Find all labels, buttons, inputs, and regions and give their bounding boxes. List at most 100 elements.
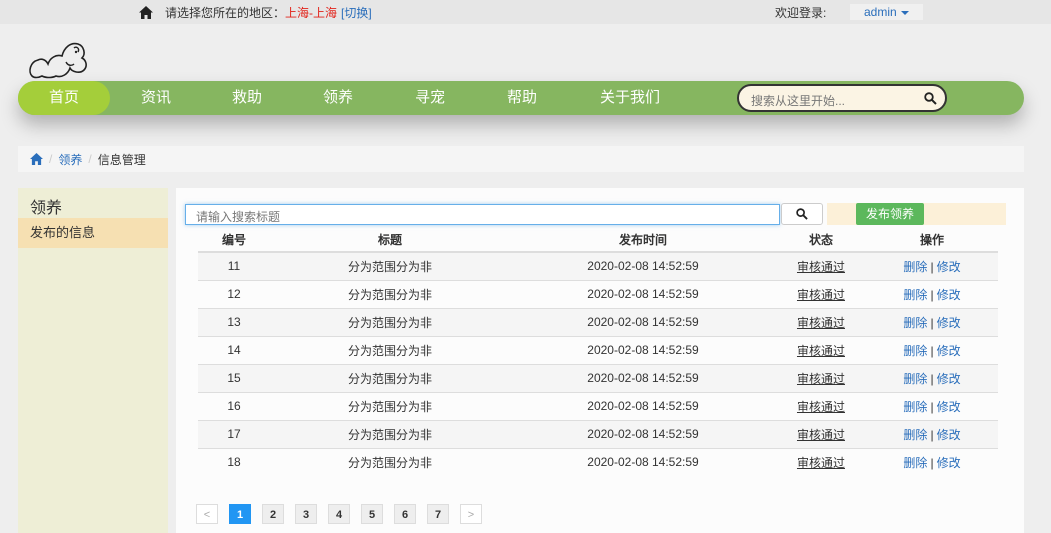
region-switch-link[interactable]: [切换]: [341, 4, 372, 21]
table-row: 18 分为范围分为非 2020-02-08 14:52:59 审核通过 删除 | 修改: [198, 447, 998, 476]
cell-id: 11: [198, 251, 270, 280]
cell-id: 17: [198, 419, 270, 448]
pager-page-1[interactable]: 1: [229, 504, 251, 524]
home-icon[interactable]: [30, 153, 43, 165]
cell-id: 13: [198, 307, 270, 336]
cell-title: 分为范围分为非: [270, 307, 510, 336]
title-search-input[interactable]: 请输入搜索标题: [185, 204, 780, 225]
nav-item-rescue[interactable]: 救助: [217, 81, 277, 115]
pager-page-3[interactable]: 3: [295, 504, 317, 524]
action-separator: |: [930, 399, 934, 414]
edit-link[interactable]: 修改: [937, 372, 961, 386]
cell-time: 2020-02-08 14:52:59: [510, 363, 776, 392]
cell-id: 16: [198, 391, 270, 420]
site-search-input[interactable]: 搜索从这里开始...: [737, 84, 947, 112]
nav-item-home[interactable]: 首页: [18, 81, 110, 115]
pager-page-2[interactable]: 2: [262, 504, 284, 524]
delete-link[interactable]: 删除: [903, 400, 927, 414]
cell-actions: 删除 | 修改: [866, 251, 998, 280]
user-menu-dropdown[interactable]: admin: [850, 4, 923, 20]
cell-id: 14: [198, 335, 270, 364]
top-bar: 请选择您所在的地区： 上海-上海 [切换] 欢迎登录: admin: [0, 0, 1051, 24]
pager-next-button[interactable]: >: [460, 504, 482, 524]
action-separator: |: [930, 287, 934, 302]
cell-title: 分为范围分为非: [270, 391, 510, 420]
pager-page-5[interactable]: 5: [361, 504, 383, 524]
column-header-title: 标题: [270, 228, 510, 253]
pager-page-7[interactable]: 7: [427, 504, 449, 524]
site-search-placeholder: 搜索从这里开始...: [751, 94, 846, 108]
cell-status[interactable]: 审核通过: [776, 419, 866, 448]
cell-status[interactable]: 审核通过: [776, 307, 866, 336]
welcome-text: 欢迎登录:: [775, 6, 827, 20]
delete-link[interactable]: 删除: [903, 344, 927, 358]
nav-item-about[interactable]: 关于我们: [590, 81, 670, 115]
delete-link[interactable]: 删除: [903, 372, 927, 386]
region-prefix: 请选择您所在的地区：: [165, 6, 286, 20]
cell-actions: 删除 | 修改: [866, 335, 998, 364]
cell-status[interactable]: 审核通过: [776, 447, 866, 476]
cell-status[interactable]: 审核通过: [776, 335, 866, 364]
pagination: < 1 2 3 4 5 6 7 >: [196, 504, 493, 524]
action-separator: |: [930, 427, 934, 442]
edit-link[interactable]: 修改: [937, 316, 961, 330]
nav-item-news[interactable]: 资讯: [126, 81, 186, 115]
publish-adopt-button[interactable]: 发布领养: [856, 203, 924, 225]
edit-link[interactable]: 修改: [937, 428, 961, 442]
delete-link[interactable]: 删除: [903, 260, 927, 274]
cell-title: 分为范围分为非: [270, 251, 510, 280]
cell-time: 2020-02-08 14:52:59: [510, 307, 776, 336]
cell-status[interactable]: 审核通过: [776, 391, 866, 420]
column-header-actions: 操作: [866, 228, 998, 253]
sidebar-item-published-info[interactable]: 发布的信息: [18, 218, 168, 248]
delete-link[interactable]: 删除: [903, 316, 927, 330]
table-row: 15 分为范围分为非 2020-02-08 14:52:59 审核通过 删除 | 修改: [198, 363, 998, 392]
cell-time: 2020-02-08 14:52:59: [510, 251, 776, 280]
delete-link[interactable]: 删除: [903, 428, 927, 442]
delete-link[interactable]: 删除: [903, 456, 927, 470]
title-search-placeholder: 请输入搜索标题: [196, 210, 281, 224]
nav-item-find-pet[interactable]: 寻宠: [400, 81, 460, 115]
action-separator: |: [930, 315, 934, 330]
table-row: 13 分为范围分为非 2020-02-08 14:52:59 审核通过 删除 | 修改: [198, 307, 998, 336]
caret-down-icon: [900, 10, 909, 15]
breadcrumb-current: 信息管理: [97, 152, 146, 167]
cell-actions: 删除 | 修改: [866, 447, 998, 476]
edit-link[interactable]: 修改: [937, 456, 961, 470]
search-icon: [796, 208, 808, 220]
action-separator: |: [930, 371, 934, 386]
pager-page-6[interactable]: 6: [394, 504, 416, 524]
action-separator: |: [930, 343, 934, 358]
nav-item-adopt[interactable]: 领养: [308, 81, 368, 115]
edit-link[interactable]: 修改: [937, 260, 961, 274]
edit-link[interactable]: 修改: [937, 400, 961, 414]
edit-link[interactable]: 修改: [937, 344, 961, 358]
cell-actions: 删除 | 修改: [866, 363, 998, 392]
cell-time: 2020-02-08 14:52:59: [510, 279, 776, 308]
column-header-time: 发布时间: [510, 228, 776, 253]
table-header-row: 编号 标题 发布时间 状态 操作: [198, 228, 998, 253]
edit-link[interactable]: 修改: [937, 288, 961, 302]
cell-time: 2020-02-08 14:52:59: [510, 391, 776, 420]
nav-item-help[interactable]: 帮助: [492, 81, 552, 115]
cell-title: 分为范围分为非: [270, 335, 510, 364]
table-row: 11 分为范围分为非 2020-02-08 14:52:59 审核通过 删除 | 修改: [198, 251, 998, 280]
pager-prev-button[interactable]: <: [196, 504, 218, 524]
action-separator: |: [930, 455, 934, 470]
action-separator: |: [930, 259, 934, 274]
cell-status[interactable]: 审核通过: [776, 279, 866, 308]
search-icon[interactable]: [924, 92, 937, 105]
cell-id: 15: [198, 363, 270, 392]
table-row: 17 分为范围分为非 2020-02-08 14:52:59 审核通过 删除 | 修改: [198, 419, 998, 448]
delete-link[interactable]: 删除: [903, 288, 927, 302]
cell-actions: 删除 | 修改: [866, 307, 998, 336]
region-selector: 请选择您所在的地区： 上海-上海 [切换]: [139, 4, 372, 21]
cell-status[interactable]: 审核通过: [776, 251, 866, 280]
breadcrumb-link-adopt[interactable]: 领养: [58, 151, 82, 168]
cell-actions: 删除 | 修改: [866, 391, 998, 420]
pager-page-4[interactable]: 4: [328, 504, 350, 524]
cell-status[interactable]: 审核通过: [776, 363, 866, 392]
breadcrumb-separator: /: [49, 152, 53, 166]
cell-actions: 删除 | 修改: [866, 279, 998, 308]
search-button[interactable]: [781, 203, 823, 225]
